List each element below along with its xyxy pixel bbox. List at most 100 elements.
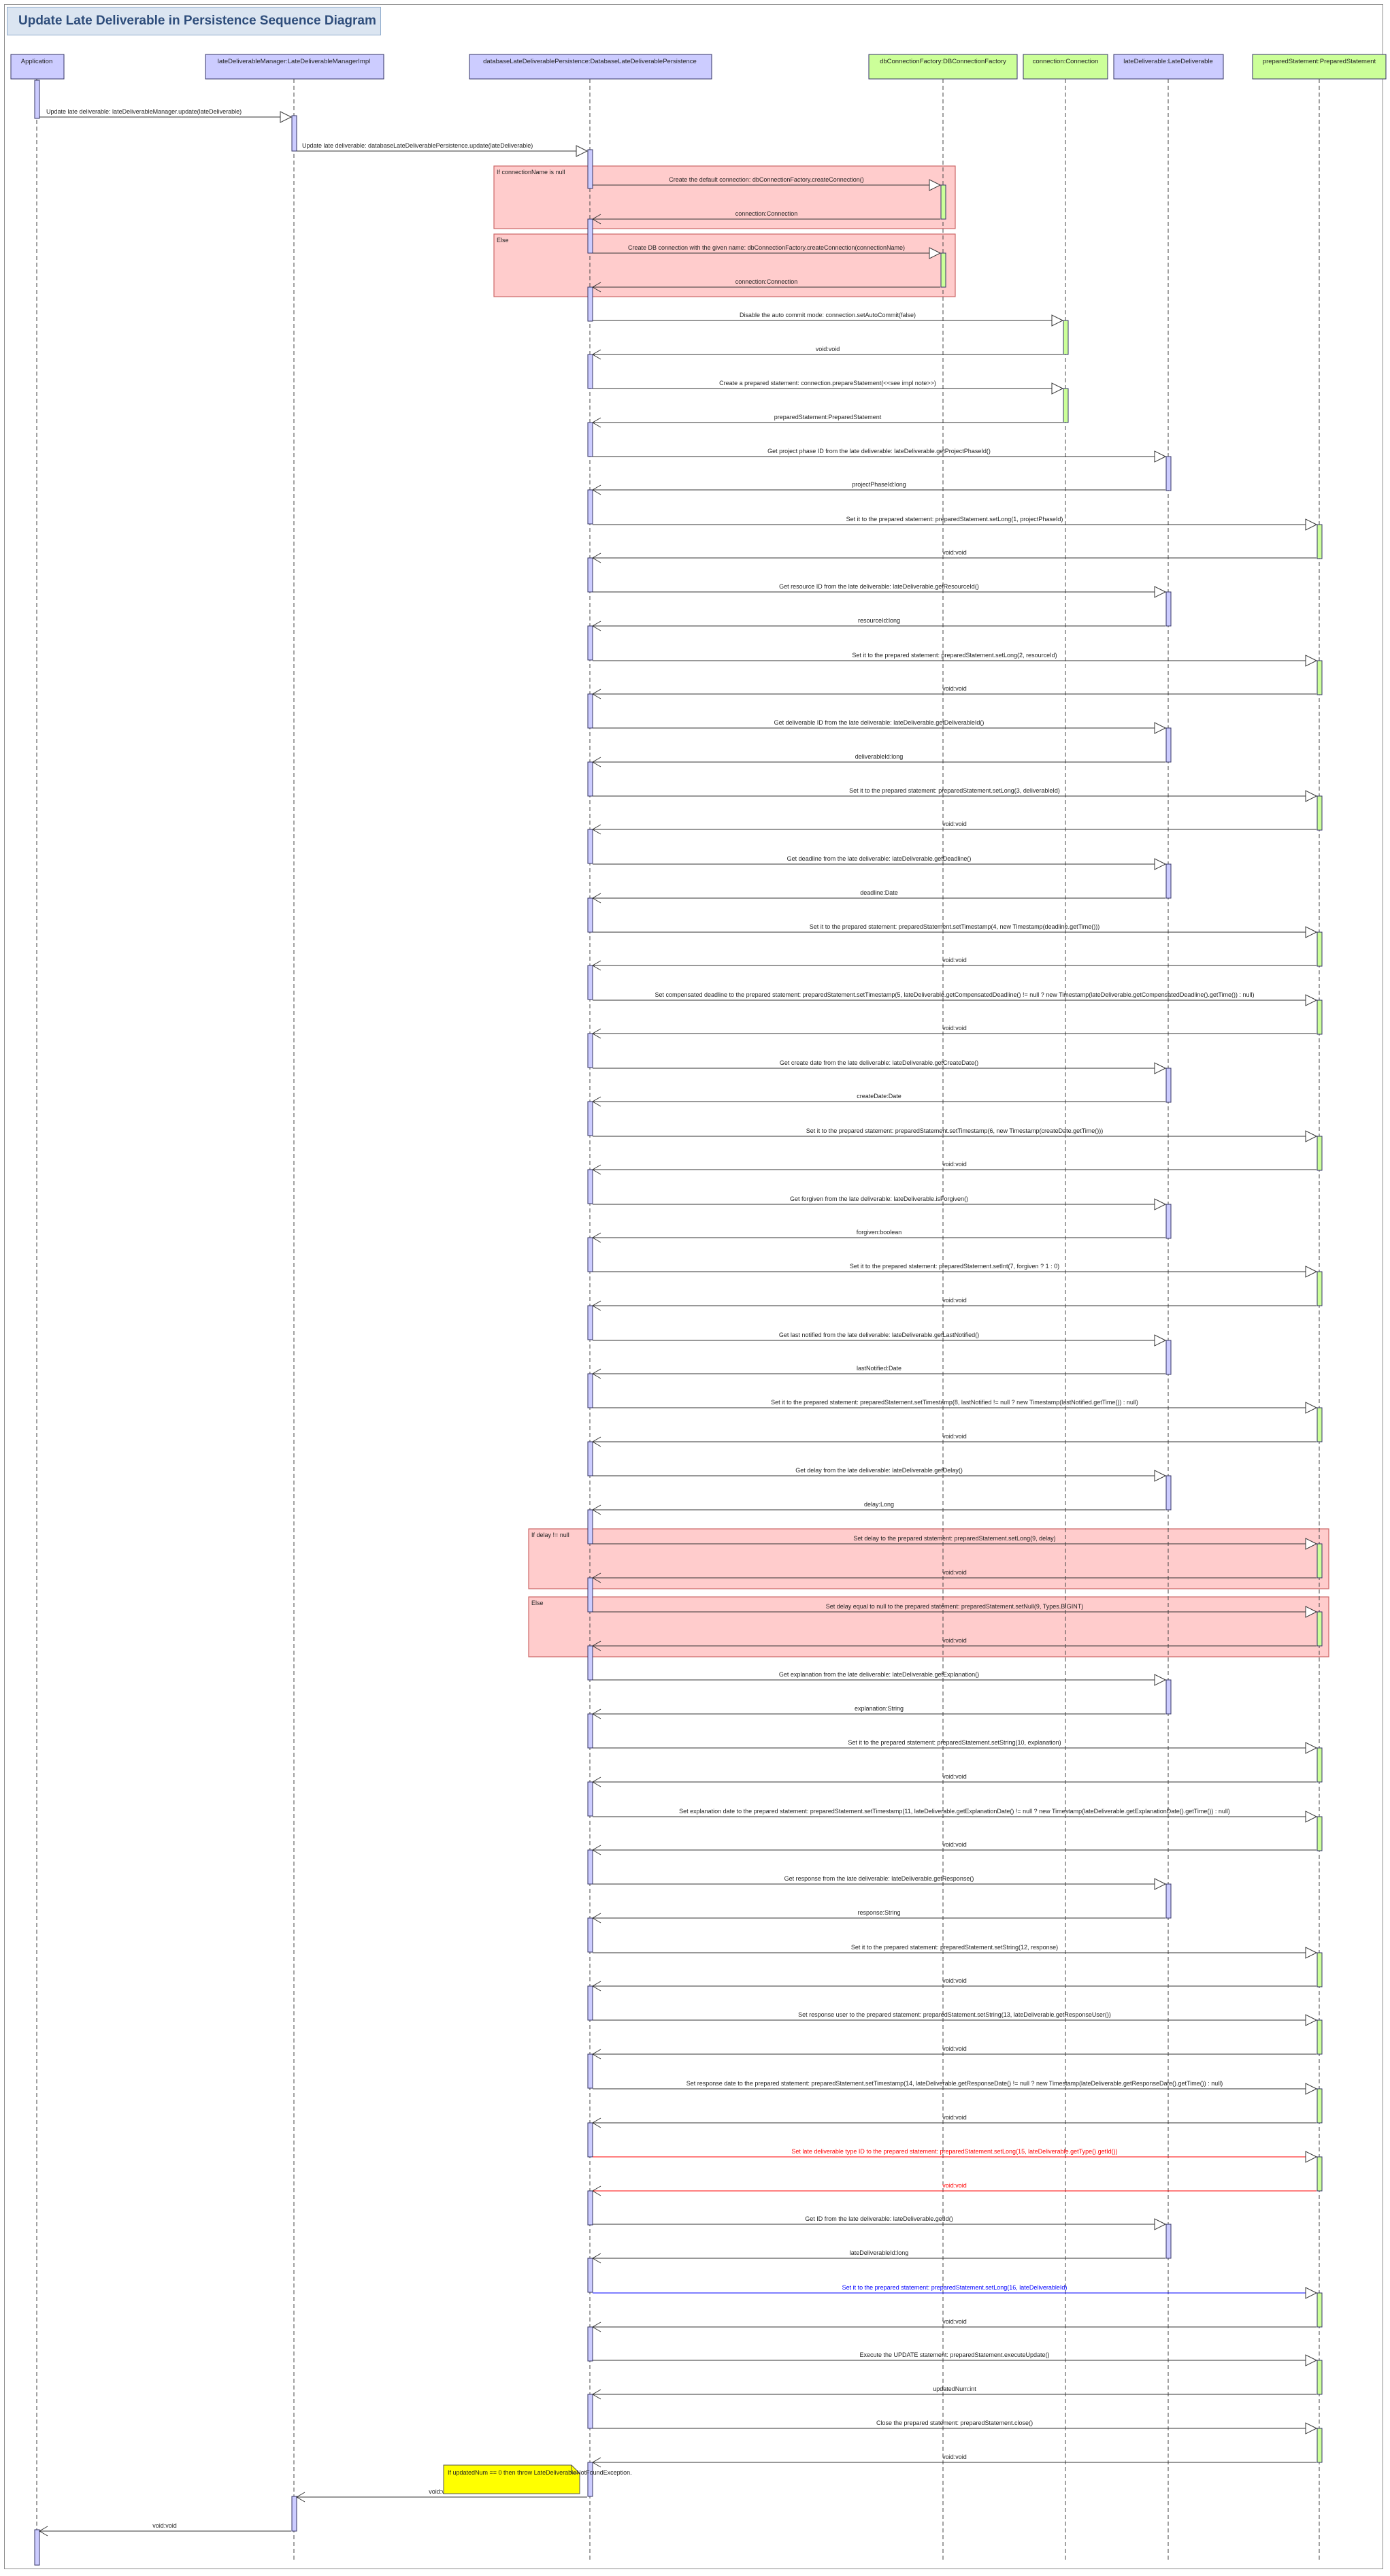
activation-dbp: [587, 1237, 593, 1272]
activation-dbp: [587, 1849, 593, 1885]
message-label: Get delay from the late deliverable: lat…: [795, 1467, 963, 1474]
message-label: Create the default connection: dbConnect…: [669, 176, 864, 183]
activation-ps: [1317, 2019, 1323, 2055]
activation-dbp: [587, 218, 593, 254]
message-arrowhead: [1305, 1947, 1318, 1959]
message-label: Create DB connection with the given name…: [628, 244, 905, 251]
activation-dbp: [587, 1373, 593, 1408]
lifeline-label-con: connection:Connection: [1033, 58, 1099, 65]
message-label: Get ID from the late deliverable: lateDe…: [805, 2215, 953, 2222]
activation-ps: [1317, 1407, 1323, 1442]
activation-ps: [1317, 1747, 1323, 1783]
message-label: Set it to the prepared statement: prepar…: [850, 1263, 1059, 1270]
message-label: Disable the auto commit mode: connection…: [740, 312, 916, 318]
message-arrowhead: [1154, 450, 1167, 463]
message-arrowhead: [1154, 1878, 1167, 1890]
activation-con: [1063, 388, 1069, 423]
message-label: void:void: [942, 1025, 967, 1031]
message-arrowhead: [1051, 382, 1064, 395]
activation-dbp: [587, 1713, 593, 1749]
message-arrowhead: [1305, 790, 1318, 802]
message-arrowhead: [1154, 2218, 1167, 2230]
activation-dbp: [587, 1985, 593, 2021]
activation-dbp: [587, 2462, 593, 2497]
message-label: Set compensated deadline to the prepared…: [655, 991, 1254, 998]
activation-dbp: [587, 557, 593, 593]
activation-mgr: [291, 2496, 297, 2532]
message-arrowhead: [280, 111, 293, 123]
message-label: connection:Connection: [735, 278, 798, 285]
message-label: Execute the UPDATE statement: preparedSt…: [860, 2351, 1050, 2358]
activation-dbp: [587, 693, 593, 729]
message-label: delay:Long: [864, 1501, 894, 1508]
activation-mgr: [291, 115, 297, 152]
activation-ps: [1317, 1000, 1323, 1035]
message-label: void:void: [942, 1637, 967, 1644]
message-arrowhead: [1305, 1266, 1318, 1278]
activation-dbp: [587, 1509, 593, 1545]
activation-dbp: [587, 1577, 593, 1613]
message-label: explanation:String: [855, 1705, 904, 1712]
message-label: Get last notified from the late delivera…: [779, 1332, 979, 1338]
message-arrowhead: [1154, 722, 1167, 734]
activation-ps: [1317, 2292, 1323, 2328]
activation-ps: [1317, 931, 1323, 967]
message-label: Set it to the prepared statement: prepar…: [806, 1127, 1104, 1134]
message-arrowhead: [1305, 2354, 1318, 2366]
message-arrowhead: [1305, 926, 1318, 938]
activation-ld: [1165, 727, 1172, 763]
fragment-guard-3: Else: [531, 1600, 544, 1606]
lifeline-label-mgr: lateDeliverableManager:LateDeliverableMa…: [218, 58, 370, 65]
message-label: void:void: [942, 685, 967, 692]
activation-dbp: [587, 149, 593, 189]
lifelines: Application lateDeliverableManager:LateDe…: [10, 54, 1387, 2562]
activation-ld: [1165, 1340, 1172, 1375]
message-label: void:void: [942, 549, 967, 556]
fragment-guard-1: Else: [497, 237, 509, 244]
message-arrowhead: [1305, 1130, 1318, 1142]
message-label: Set delay equal to null to the prepared …: [826, 1603, 1084, 1610]
message-arrowhead: [1154, 858, 1167, 870]
activation-dbp: [587, 2122, 593, 2158]
lifeline-label-dcf: dbConnectionFactory:DBConnectionFactory: [880, 58, 1006, 65]
activation-dbp: [587, 2326, 593, 2362]
lifeline-label-ld: lateDeliverable:LateDeliverable: [1123, 58, 1213, 65]
message-arrowhead: [1305, 1811, 1318, 1823]
activation-ld: [1165, 1883, 1172, 1919]
message-label: resourceId:long: [858, 617, 900, 624]
message-arrowhead: [1305, 518, 1318, 531]
message-arrowhead: [1051, 314, 1064, 327]
activation-dbp: [587, 1781, 593, 1817]
message-label: Set it to the prepared statement: prepar…: [842, 2284, 1068, 2291]
activation-dcf: [940, 184, 946, 220]
activation-ld: [1165, 591, 1172, 627]
activation-dbp: [587, 1033, 593, 1068]
fragment-guard-2: If delay != null: [531, 1532, 569, 1538]
message-label: Create a prepared statement: connection.…: [719, 380, 936, 386]
message-label: deliverableId:long: [855, 753, 904, 760]
activation-dbp: [587, 761, 593, 797]
message-arrowhead: [1305, 2083, 1318, 2095]
activation-dbp: [587, 829, 593, 864]
messages: Update late deliverable: lateDeliverable…: [39, 108, 1318, 2537]
message-arrowhead: [1154, 1470, 1167, 1482]
message-label: void:void: [942, 1433, 967, 1440]
activation-ps: [1317, 524, 1323, 559]
message-arrowhead: [1154, 1674, 1167, 1686]
message-label: void:void: [942, 821, 967, 827]
activation-bars: [34, 80, 1323, 2566]
message-arrowhead: [1154, 1198, 1167, 1210]
message-label: Close the prepared statement: preparedSt…: [876, 2420, 1033, 2426]
activation-app: [34, 2529, 40, 2566]
message-label: Set response user to the prepared statem…: [798, 2011, 1111, 2018]
message-label: Get response from the late deliverable: …: [784, 1875, 974, 1882]
activation-ps: [1317, 2428, 1323, 2463]
activation-app: [34, 80, 40, 119]
message-label: void:void: [942, 2318, 967, 2325]
message-label: updatedNum:int: [933, 2385, 976, 2392]
lifeline-label-app: Application: [21, 58, 52, 65]
message-arrowhead: [1154, 1062, 1167, 1074]
message-label: response:String: [857, 1909, 900, 1916]
message-arrowhead: [1154, 1334, 1167, 1347]
message-arrowhead: [1305, 2014, 1318, 2026]
